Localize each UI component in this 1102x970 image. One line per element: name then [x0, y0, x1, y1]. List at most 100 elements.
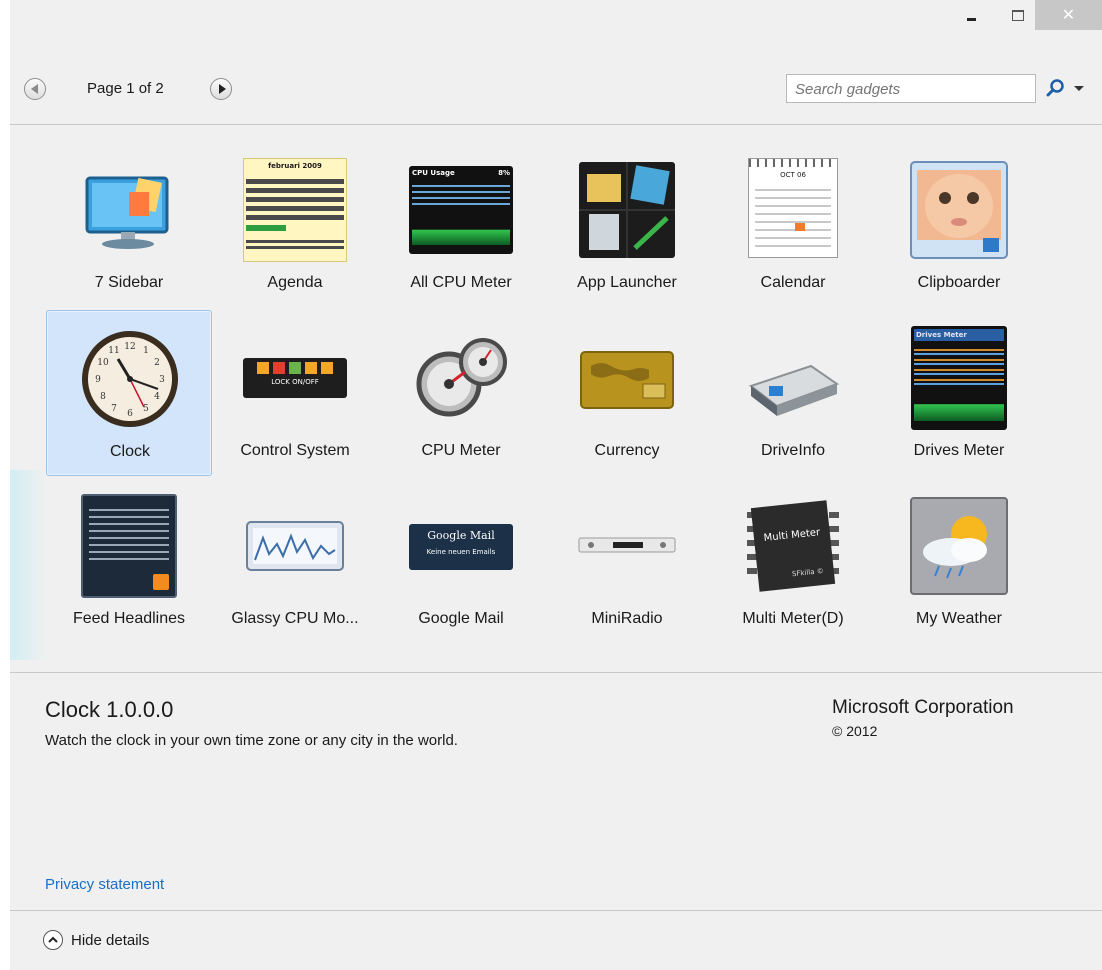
gadget-name: My Weather — [916, 610, 1002, 627]
details-copyright: © 2012 — [832, 723, 878, 739]
details-description: Watch the clock in your own time zone or… — [45, 732, 458, 749]
gadget-tile[interactable]: Feed Headlines — [46, 478, 212, 644]
close-button[interactable]: ✕ — [1035, 0, 1102, 30]
gadget-tile[interactable]: LOCK ON/OFF Control System — [212, 310, 378, 476]
gadget-tile[interactable]: OCT 06 Calendar — [710, 142, 876, 308]
cpu-usage-panel-icon: CPU Usage 8% — [409, 158, 513, 262]
drives-title: Drives Meter — [914, 329, 1004, 341]
svg-text:11: 11 — [108, 346, 119, 356]
baby-photo-icon — [907, 158, 1011, 262]
spiral-calendar-icon: OCT 06 — [741, 158, 845, 262]
svg-text:6: 6 — [127, 409, 133, 419]
desktop-glow — [10, 470, 46, 660]
close-icon: ✕ — [1061, 5, 1076, 24]
gadget-tile[interactable]: Clipboarder — [876, 142, 1042, 308]
cpu-title: CPU Usage — [412, 169, 455, 177]
previous-page-button[interactable] — [24, 78, 46, 100]
maximize-icon — [1012, 9, 1024, 21]
gadget-name: Feed Headlines — [72, 610, 186, 627]
gadget-name: Glassy CPU Mo... — [231, 610, 359, 627]
hard-drive-icon — [741, 326, 845, 430]
toolbar: Page 1 of 2 — [10, 72, 1102, 108]
control-label: LOCK ON/OFF — [271, 378, 319, 386]
svg-text:4: 4 — [154, 392, 160, 402]
radio-device-icon — [575, 494, 679, 598]
gadget-tile[interactable]: CPU Meter — [378, 310, 544, 476]
chevron-up-icon — [43, 930, 63, 950]
svg-text:7: 7 — [111, 404, 117, 414]
gadget-tile[interactable]: februari 2009 Agenda — [212, 142, 378, 308]
gadget-tile[interactable]: Multi Meter SFkilla © Multi Meter(D) — [710, 478, 876, 644]
gadget-name: MiniRadio — [591, 610, 663, 627]
svg-text:9: 9 — [95, 375, 101, 385]
gadget-tile[interactable]: DriveInfo — [710, 310, 876, 476]
feed-panel-icon — [77, 494, 181, 598]
mail-sub: Keine neuen Emails — [426, 548, 496, 556]
gadget-name: DriveInfo — [760, 442, 826, 459]
dual-gauge-icon — [409, 326, 513, 430]
control-buttons-icon: LOCK ON/OFF — [243, 326, 347, 430]
analog-clock-icon: 12 3 6 9 1245 7 8 10 11 — [78, 327, 182, 431]
monitor-icon — [77, 158, 181, 262]
page-indicator: Page 1 of 2 — [87, 80, 164, 97]
gadget-tile[interactable]: My Weather — [876, 478, 1042, 644]
details-publisher: Microsoft Corporation — [832, 697, 1014, 718]
cpu-percent: 8% — [498, 169, 510, 177]
gadget-name: Clock — [109, 443, 150, 460]
gadget-tile[interactable]: Currency — [544, 310, 710, 476]
svg-text:12: 12 — [124, 342, 135, 352]
hide-details-label: Hide details — [71, 931, 150, 949]
gadget-name: Multi Meter(D) — [742, 610, 844, 627]
hide-details-button[interactable]: Hide details — [43, 930, 149, 950]
gadget-name: Clipboarder — [917, 274, 1001, 291]
svg-text:1: 1 — [143, 346, 149, 356]
chip-icon: Multi Meter SFkilla © — [741, 494, 845, 598]
toolbar-divider — [10, 124, 1102, 125]
details-divider — [10, 672, 1102, 673]
app-launcher-grid-icon — [575, 158, 679, 262]
arrow-left-icon — [30, 84, 38, 94]
gadget-name: Control System — [240, 442, 350, 459]
gadget-tile[interactable]: App Launcher — [544, 142, 710, 308]
next-page-button[interactable] — [210, 78, 232, 100]
gadget-name: App Launcher — [577, 274, 677, 291]
gadget-name: Currency — [594, 442, 660, 459]
gadget-tile[interactable]: Google Mail Keine neuen Emails Google Ma… — [378, 478, 544, 644]
gadget-tile[interactable]: 12 3 6 9 1245 7 8 10 11 Clock — [46, 310, 212, 476]
privacy-statement-link[interactable]: Privacy statement — [45, 876, 164, 893]
drives-meter-panel-icon: Drives Meter — [907, 326, 1011, 430]
minimize-button[interactable] — [954, 0, 988, 30]
search-options-dropdown-icon[interactable] — [1072, 78, 1086, 98]
footer — [10, 911, 1102, 970]
gadget-name: 7 Sidebar — [94, 274, 164, 291]
search-input[interactable] — [793, 76, 997, 103]
gadget-name: All CPU Meter — [410, 274, 512, 291]
maximize-button[interactable] — [1001, 0, 1035, 30]
gadget-tile[interactable]: 7 Sidebar — [46, 142, 212, 308]
gadget-gallery-window: ✕ Page 1 of 2 7 Sidebar februari 2009 — [10, 0, 1102, 970]
gadget-name: Google Mail — [418, 610, 504, 627]
search-box[interactable] — [786, 74, 1036, 103]
svg-text:2: 2 — [154, 358, 160, 368]
mail-panel-icon: Google Mail Keine neuen Emails — [409, 494, 513, 598]
search-icon[interactable] — [1046, 78, 1066, 98]
gadget-tile[interactable]: Drives Meter Drives Meter — [876, 310, 1042, 476]
gadget-tile[interactable]: Glassy CPU Mo... — [212, 478, 378, 644]
arrow-right-icon — [218, 84, 226, 94]
svg-text:3: 3 — [159, 375, 165, 385]
gadget-name: Agenda — [267, 274, 323, 291]
gadget-tile[interactable]: CPU Usage 8% All CPU Meter — [378, 142, 544, 308]
gadget-tile[interactable]: MiniRadio — [544, 478, 710, 644]
weather-icon — [907, 494, 1011, 598]
cpu-graph-icon — [243, 494, 347, 598]
gadget-name: Drives Meter — [913, 442, 1005, 459]
gold-card-icon — [575, 326, 679, 430]
agenda-month: februari 2009 — [268, 162, 322, 170]
agenda-calendar-icon: februari 2009 — [243, 158, 347, 262]
gadget-name: Calendar — [760, 274, 826, 291]
gadget-name: CPU Meter — [421, 442, 501, 459]
calendar-month: OCT 06 — [780, 171, 806, 179]
mail-title: Google Mail — [427, 529, 495, 542]
svg-text:8: 8 — [100, 392, 106, 402]
svg-text:10: 10 — [97, 358, 109, 368]
